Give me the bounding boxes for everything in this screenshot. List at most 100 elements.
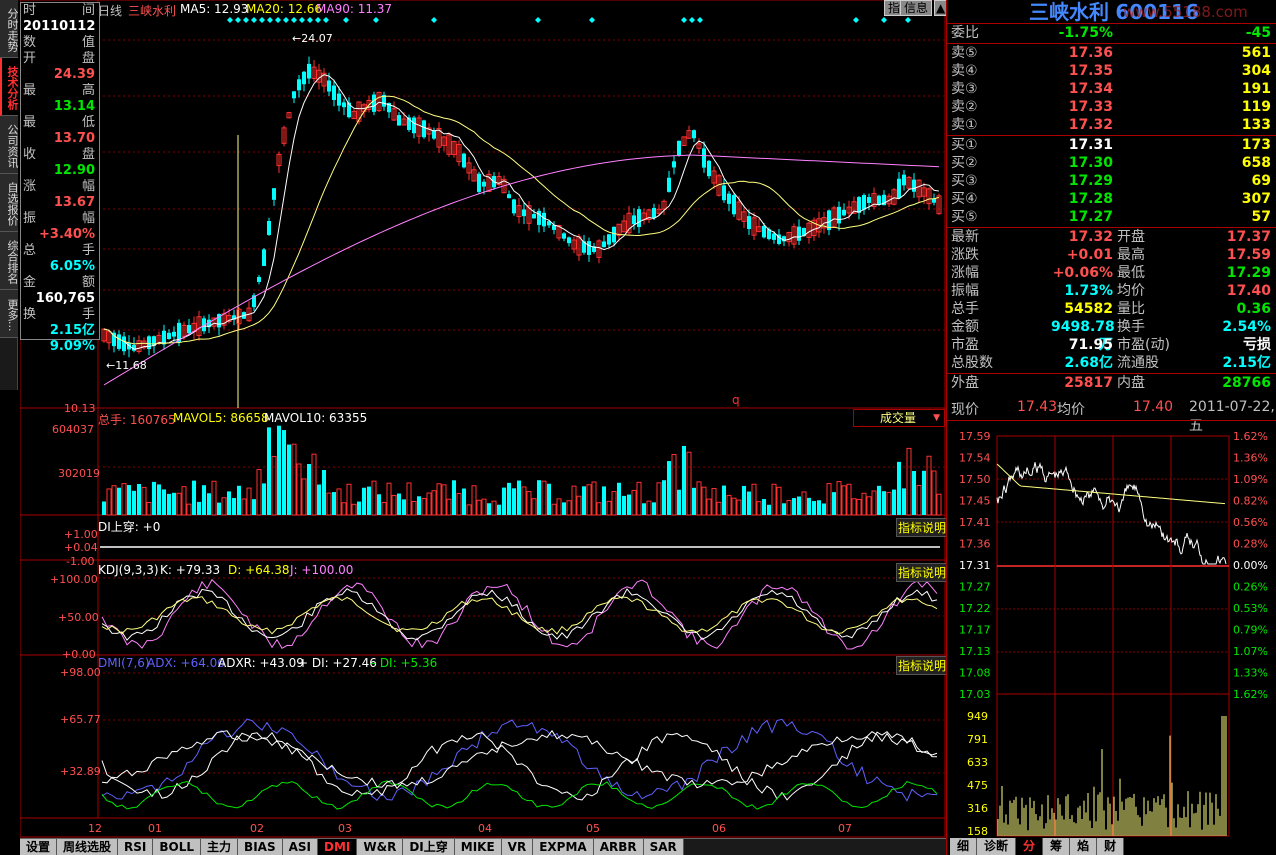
dmi-name: DMI(7,6) [98,656,150,670]
volume-bar [812,501,816,515]
candle-body [637,209,641,228]
volume-bar [267,427,271,515]
right-tab[interactable]: 焰 [1070,838,1098,855]
candle-body [677,140,681,156]
intraday-vol-tick: 949 [967,710,988,723]
stat-value: 17.32 [1068,229,1113,245]
dw-value: 13.67 [53,195,95,210]
right-tab[interactable]: 财 [1097,838,1125,855]
kdj-explain-button[interactable]: 指标说明 [896,563,949,582]
volume-bar [701,486,707,516]
candle-body [507,194,511,199]
stat-label2: 流通股 [1117,355,1159,371]
volume-bar [742,485,746,515]
volume-bar [262,483,266,515]
x-axis-label: 12 [88,822,102,835]
quote-row: 卖③ 17.34 191 [951,80,1275,98]
dishang-explain-button[interactable]: 指标说明 [896,518,949,537]
right-tab[interactable]: 筹 [1043,838,1071,855]
volume-bar [662,480,666,515]
ma5-label: MA5: 12.93 [180,2,249,16]
kdj-y1: +100.00 [50,573,98,586]
quote-volume: -45 [1245,25,1271,41]
dmi-di-minus: – DI: +5.36 [370,656,438,670]
volume-bar [631,489,637,516]
indicator-tab[interactable]: ASI [282,839,318,855]
right-tab[interactable]: 分 [1016,838,1044,855]
right-tab[interactable]: 细 [950,838,978,855]
volume-bar [586,484,592,516]
candle-body [727,193,731,204]
indicator-tab[interactable]: BOLL [153,839,202,855]
indicator-tab[interactable]: VR [501,839,534,855]
quote-row: 买② 17.30 658 [951,154,1275,172]
kdj-d: D: +64.38 [228,563,290,577]
volume-bar [836,481,842,516]
right-tab[interactable]: 诊断 [977,838,1017,855]
left-tab-0[interactable]: 分时走势 [0,0,19,58]
dmi-di-plus: + DI: +27.46 [298,656,377,670]
intraday-now-label: 现价 [951,402,979,418]
stat-label: 总手 [951,301,979,317]
kdj-j: J: +100.00 [290,563,354,577]
volume-bar [507,482,511,515]
candle-body [297,79,301,91]
x-axis-label: 01 [148,822,162,835]
left-tab-1[interactable]: 技术分析 [0,58,19,116]
indicator-tab[interactable]: DMI [318,839,358,855]
indicator-tab[interactable]: RSI [118,839,154,855]
indicator-tab[interactable]: ARBR [593,839,644,855]
dw-label-row: 收盘 [21,147,99,163]
waipan-value: 25817 [1064,375,1113,391]
indicator-tab[interactable]: MIKE [454,839,502,855]
dw-label: 换 [23,307,37,322]
volume-bar [677,489,681,515]
indicator-tab[interactable]: 主力 [201,839,239,855]
volume-bar [771,483,777,516]
dmi-plus-line [101,730,938,801]
indicator-tab[interactable]: 设置 [20,839,58,855]
candle-body [667,177,671,192]
signal-diamond-icon [681,17,687,23]
indicator-tab[interactable]: SAR [643,839,684,855]
indicator-tab[interactable]: 周线选股 [57,839,119,855]
candle-body [702,148,706,168]
left-tab-5[interactable]: 更多... [0,290,19,338]
quote-stat-row: 市盈 71.95 市盈(动) 亏损 [951,336,1275,354]
info-button[interactable]: 信息 [900,0,933,16]
intraday-chart[interactable]: 17.59 17.54 17.50 17.45 17.41 17.36 17.31 17.27… [947,424,1276,838]
indicator-tab[interactable]: EXPMA [533,839,594,855]
quote-volume: 133 [1241,117,1271,133]
intraday-price-line [996,461,1227,565]
dw-label2: 高 [81,83,95,98]
volume-bar [217,502,221,515]
left-tab-3[interactable]: 自选报价 [0,174,19,232]
left-tab-4[interactable]: 综合排名 [0,232,19,290]
volume-bar [417,496,421,515]
volume-bar [237,485,241,515]
volume-bar [502,487,506,515]
volume-bar [497,504,501,515]
dmi-explain-button[interactable]: 指标说明 [896,656,949,675]
signal-diamond-icon [431,17,437,23]
left-tab-2[interactable]: 公司资讯 [0,116,19,174]
volume-bar [767,504,771,515]
candle-body [652,207,656,219]
candle-body [672,161,676,168]
candle-body [262,249,266,267]
stat-label2: 最高 [1117,247,1145,263]
quote-price: 17.31 [1068,137,1113,153]
volume-bar [692,487,696,515]
volume-bar [471,485,477,516]
indicator-tab[interactable]: W&R [357,839,404,855]
quote-label: 卖② [951,99,978,115]
indicator-tab[interactable]: BIAS [238,839,283,855]
volume-bar [241,498,247,516]
stat-value2: 17.29 [1226,265,1271,281]
indicator-tab[interactable]: DI上穿 [403,839,455,855]
indicator-dropdown[interactable]: 成交量 ▼ [853,409,945,427]
quote-stat-row: 振幅 1.73% 均价 17.40 [951,282,1275,300]
stat-label2: 换手 [1117,319,1145,335]
stat-value: 1.73% [1064,283,1113,299]
volume-bar [526,491,532,516]
